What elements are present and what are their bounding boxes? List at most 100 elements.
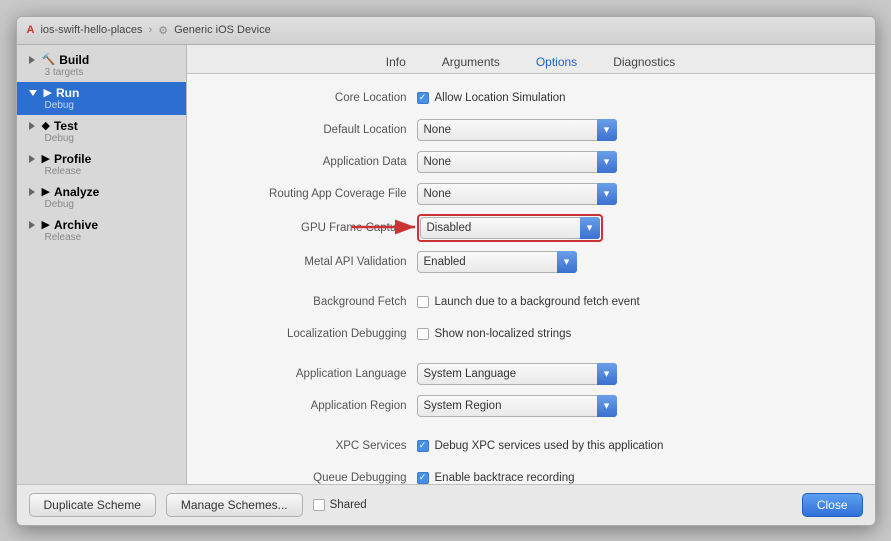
default-location-row: Default Location None xyxy=(217,118,845,142)
routing-coverage-select[interactable]: None xyxy=(417,183,617,205)
metal-api-row: Metal API Validation Enabled Disabled xyxy=(217,250,845,274)
divider3 xyxy=(217,426,845,434)
triangle-icon xyxy=(29,188,35,196)
sidebar-item-analyze[interactable]: ▶ Analyze Debug xyxy=(17,181,186,214)
gpu-capture-value: Disabled Automatically Enabled Metal Ope… xyxy=(417,214,845,242)
right-panel: Info Arguments Options Diagnostics Core … xyxy=(187,45,875,484)
queue-debug-value: Enable backtrace recording xyxy=(417,472,845,484)
triangle-down-icon xyxy=(29,90,37,96)
localization-debug-value: Show non-localized strings xyxy=(417,328,845,340)
app-region-select[interactable]: System Region xyxy=(417,395,617,417)
device-name: Generic iOS Device xyxy=(174,24,271,36)
triangle-icon xyxy=(29,122,35,130)
gpu-capture-dropdown[interactable]: Disabled Automatically Enabled Metal Ope… xyxy=(420,217,600,239)
application-data-label: Application Data xyxy=(217,156,417,168)
project-name: ios-swift-hello-places xyxy=(40,24,142,36)
queue-debug-checkbox[interactable] xyxy=(417,472,429,484)
default-location-select[interactable]: None xyxy=(417,119,617,141)
background-fetch-row: Background Fetch Launch due to a backgro… xyxy=(217,290,845,314)
sidebar: 🔨 Build 3 targets ▶ Run Debug ◆ xyxy=(17,45,187,484)
divider xyxy=(217,282,845,290)
main-window: A ios-swift-hello-places › ⚙ Generic iOS… xyxy=(16,16,876,526)
profile-icon: ▶ xyxy=(42,152,50,165)
metal-api-select[interactable]: Enabled Disabled xyxy=(417,251,577,273)
application-data-value: None xyxy=(417,151,845,173)
queue-debug-label: Queue Debugging xyxy=(217,472,417,484)
red-arrow-icon xyxy=(347,216,427,238)
background-fetch-checkbox[interactable] xyxy=(417,296,429,308)
application-data-select[interactable]: None xyxy=(417,151,617,173)
sidebar-item-profile[interactable]: ▶ Profile Release xyxy=(17,148,186,181)
metal-api-value: Enabled Disabled xyxy=(417,251,845,273)
panel-body: Core Location Allow Location Simulation … xyxy=(187,74,875,484)
sidebar-run-label: Run xyxy=(56,86,79,100)
device-icon: ⚙ xyxy=(158,24,168,37)
sidebar-item-test[interactable]: ◆ Test Debug xyxy=(17,115,186,148)
localization-debug-checkbox[interactable] xyxy=(417,328,429,340)
xpc-services-text: Debug XPC services used by this applicat… xyxy=(435,440,664,452)
build-icon: 🔨 xyxy=(42,53,56,66)
gpu-capture-select[interactable]: Disabled Automatically Enabled Metal Ope… xyxy=(420,217,600,239)
titlebar: A ios-swift-hello-places › ⚙ Generic iOS… xyxy=(17,17,875,45)
xpc-services-value: Debug XPC services used by this applicat… xyxy=(417,440,845,452)
main-content: 🔨 Build 3 targets ▶ Run Debug ◆ xyxy=(17,45,875,484)
routing-coverage-value: None xyxy=(417,183,845,205)
tab-arguments[interactable]: Arguments xyxy=(424,51,518,73)
sidebar-item-archive[interactable]: ▶ Archive Release xyxy=(17,214,186,247)
app-language-dropdown[interactable]: System Language xyxy=(417,363,617,385)
bottom-bar: Duplicate Scheme Manage Schemes... Share… xyxy=(17,484,875,525)
triangle-icon xyxy=(29,221,35,229)
routing-coverage-row: Routing App Coverage File None xyxy=(217,182,845,206)
localization-debug-text: Show non-localized strings xyxy=(435,328,572,340)
analyze-icon: ▶ xyxy=(42,185,50,198)
duplicate-scheme-button[interactable]: Duplicate Scheme xyxy=(29,493,156,517)
xpc-services-row: XPC Services Debug XPC services used by … xyxy=(217,434,845,458)
gpu-capture-highlight: Disabled Automatically Enabled Metal Ope… xyxy=(417,214,603,242)
divider2 xyxy=(217,354,845,362)
localization-debug-label: Localization Debugging xyxy=(217,328,417,340)
sidebar-build-sublabel: 3 targets xyxy=(45,67,178,78)
metal-api-dropdown[interactable]: Enabled Disabled xyxy=(417,251,577,273)
app-region-value: System Region xyxy=(417,395,845,417)
app-language-label: Application Language xyxy=(217,368,417,380)
sidebar-item-run[interactable]: ▶ Run Debug xyxy=(17,82,186,115)
core-location-label: Core Location xyxy=(217,92,417,104)
default-location-label: Default Location xyxy=(217,124,417,136)
app-region-label: Application Region xyxy=(217,400,417,412)
manage-schemes-button[interactable]: Manage Schemes... xyxy=(166,493,303,517)
sidebar-item-build[interactable]: 🔨 Build 3 targets xyxy=(17,49,186,82)
core-location-row: Core Location Allow Location Simulation xyxy=(217,86,845,110)
test-icon: ◆ xyxy=(42,119,50,132)
sidebar-analyze-label: Analyze xyxy=(54,185,99,199)
app-region-dropdown[interactable]: System Region xyxy=(417,395,617,417)
shared-checkbox[interactable] xyxy=(313,499,325,511)
app-language-select[interactable]: System Language xyxy=(417,363,617,385)
tab-options[interactable]: Options xyxy=(518,51,595,73)
queue-debug-row: Queue Debugging Enable backtrace recordi… xyxy=(217,466,845,484)
breadcrumb-separator: › xyxy=(149,24,153,36)
xpc-services-checkbox[interactable] xyxy=(417,440,429,452)
default-location-dropdown[interactable]: None xyxy=(417,119,617,141)
tab-bar: Info Arguments Options Diagnostics xyxy=(187,45,875,74)
application-data-dropdown[interactable]: None xyxy=(417,151,617,173)
sidebar-analyze-sublabel: Debug xyxy=(45,199,178,210)
triangle-icon xyxy=(29,56,35,64)
sidebar-test-sublabel: Debug xyxy=(45,133,178,144)
background-fetch-value: Launch due to a background fetch event xyxy=(417,296,845,308)
tab-diagnostics[interactable]: Diagnostics xyxy=(595,51,693,73)
run-icon: ▶ xyxy=(44,86,52,99)
triangle-icon xyxy=(29,155,35,163)
queue-debug-text: Enable backtrace recording xyxy=(435,472,575,484)
shared-label: Shared xyxy=(330,499,367,511)
background-fetch-text: Launch due to a background fetch event xyxy=(435,296,640,308)
default-location-value: None xyxy=(417,119,845,141)
routing-coverage-label: Routing App Coverage File xyxy=(217,188,417,200)
close-button[interactable]: Close xyxy=(802,493,863,517)
routing-coverage-dropdown[interactable]: None xyxy=(417,183,617,205)
allow-location-checkbox[interactable] xyxy=(417,92,429,104)
tab-info[interactable]: Info xyxy=(368,51,424,73)
sidebar-run-sublabel: Debug xyxy=(45,100,178,111)
app-language-row: Application Language System Language xyxy=(217,362,845,386)
allow-location-text: Allow Location Simulation xyxy=(435,92,566,104)
localization-debug-row: Localization Debugging Show non-localize… xyxy=(217,322,845,346)
